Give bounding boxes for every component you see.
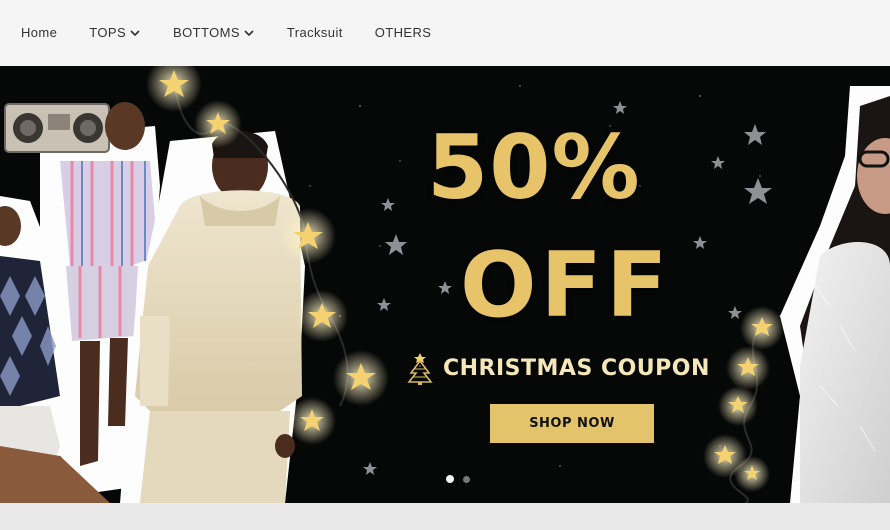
model-fur-coat-illustration xyxy=(780,86,890,503)
carousel-dot-1[interactable] xyxy=(446,475,454,483)
nav-menu: Home TOPS BOTTOMS Tracksuit OTHERS xyxy=(21,25,431,40)
page-content-strip xyxy=(0,503,890,530)
coupon-label-row: CHRISTMAS COUPON xyxy=(405,351,710,385)
nav-item-label: Tracksuit xyxy=(286,25,343,40)
star-garland-right xyxy=(703,306,784,503)
carousel-dot-2[interactable] xyxy=(463,475,470,483)
christmas-tree-icon xyxy=(407,353,433,385)
nav-item-label: Home xyxy=(21,25,58,40)
hero-banner[interactable]: 50% OFF CHRISTMAS COUPON SHOP NOW xyxy=(0,66,890,503)
coupon-text: CHRISTMAS COUPON xyxy=(443,355,710,381)
nav-item-tops[interactable]: TOPS xyxy=(89,25,141,40)
chevron-down-icon xyxy=(130,29,140,36)
chevron-down-icon xyxy=(244,29,254,36)
nav-item-tracksuit[interactable]: Tracksuit xyxy=(287,25,343,40)
nav-item-bottoms[interactable]: BOTTOMS xyxy=(173,25,255,40)
discount-percent-heading: 50% xyxy=(427,116,641,219)
nav-item-home[interactable]: Home xyxy=(21,25,57,40)
carousel-pagination xyxy=(446,475,479,483)
shop-now-button[interactable]: SHOP NOW xyxy=(490,404,654,443)
discount-off-heading: OFF xyxy=(460,233,672,338)
nav-item-label: BOTTOMS xyxy=(173,25,240,40)
nav-item-others[interactable]: OTHERS xyxy=(375,25,432,40)
nav-item-label: OTHERS xyxy=(374,25,432,40)
nav-item-label: TOPS xyxy=(89,25,127,40)
top-navigation-bar: Home TOPS BOTTOMS Tracksuit OTHERS xyxy=(0,0,890,66)
